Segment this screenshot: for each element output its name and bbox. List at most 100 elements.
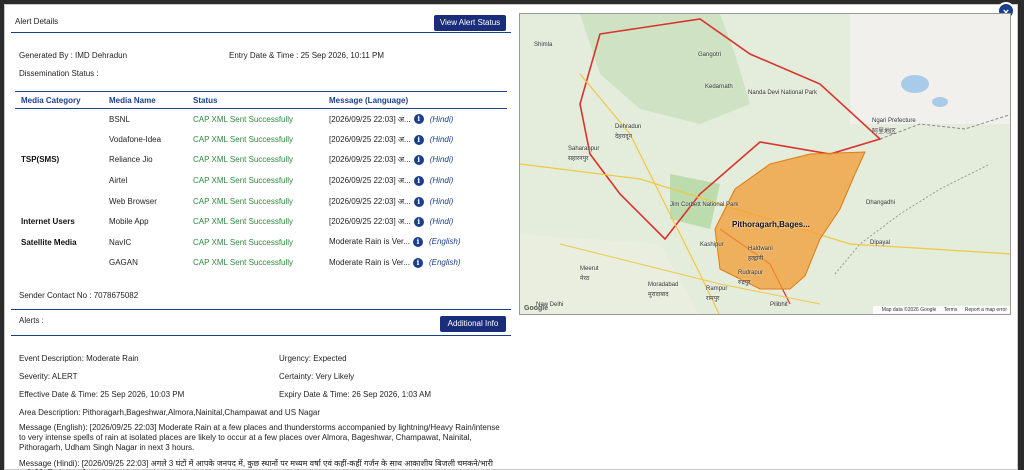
map-place: मुरादाबाद bbox=[648, 292, 669, 298]
col-media-name: Media Name bbox=[103, 91, 187, 109]
alert-area-map[interactable]: Shimla Gangotri Kedarnath Dehradun देहरा… bbox=[519, 13, 1011, 315]
media-name-cell: Mobile App bbox=[109, 217, 149, 227]
table-row: BSNL CAP XML Sent Successfully [2026/09/25… bbox=[15, 109, 507, 130]
map-place: Saharanpur bbox=[568, 146, 600, 152]
message-preview: Moderate Rain is Ver... bbox=[329, 237, 410, 247]
google-logo: Google bbox=[524, 305, 549, 312]
message-cell: [2026/09/25 22:03] अ... i (Hindi) bbox=[323, 150, 507, 171]
message-preview: [2026/09/25 22:03] अ... bbox=[329, 176, 411, 186]
map-place: Kedarnath bbox=[705, 84, 733, 90]
map-report-link[interactable]: Report a map error bbox=[965, 307, 1007, 313]
media-category-cell bbox=[15, 170, 103, 191]
message-language: (Hindi) bbox=[429, 217, 454, 227]
status-cell: CAP XML Sent Successfully bbox=[193, 258, 294, 268]
message-preview: [2026/09/25 22:03] अ... bbox=[329, 155, 411, 165]
info-icon[interactable]: i bbox=[412, 257, 423, 268]
message-english-text: [2026/09/25 22:03] Moderate Rain at a fe… bbox=[19, 423, 500, 452]
message-preview: [2026/09/25 22:03] अ... bbox=[329, 217, 411, 227]
additional-info-button[interactable]: Additional Info bbox=[440, 316, 506, 332]
media-category-cell bbox=[15, 109, 103, 130]
message-cell: [2026/09/25 22:03] अ... i (Hindi) bbox=[323, 191, 507, 212]
sender-contact: Sender Contact No : 7078675082 bbox=[19, 291, 139, 300]
media-category-cell bbox=[15, 129, 103, 150]
media-category-cell: TSP(SMS) bbox=[21, 155, 60, 165]
info-icon[interactable]: i bbox=[413, 134, 424, 145]
media-table: Media Category Media Name Status Message… bbox=[15, 91, 507, 273]
map-place: रामपुर bbox=[706, 296, 720, 302]
info-icon[interactable]: i bbox=[413, 196, 424, 207]
map-terms-link[interactable]: Terms bbox=[944, 307, 958, 313]
divider bbox=[11, 335, 511, 336]
map-place: Shimla bbox=[534, 42, 553, 48]
col-message: Message (Language) bbox=[323, 91, 507, 109]
message-cell: Moderate Rain is Ver... i (English) bbox=[323, 232, 507, 253]
map-place: Nanda Devi National Park bbox=[748, 90, 818, 96]
message-language: (English) bbox=[428, 258, 461, 268]
info-icon[interactable]: i bbox=[412, 237, 423, 248]
table-row: GAGAN CAP XML Sent Successfully Moderate R… bbox=[15, 253, 507, 274]
map-place: Rampur bbox=[706, 286, 728, 292]
message-language: (Hindi) bbox=[429, 176, 454, 186]
map-attribution: Map data ©2026 Google Terms Report a map… bbox=[872, 306, 1010, 314]
message-language: (Hindi) bbox=[429, 114, 454, 124]
message-english-label: Message (English): bbox=[19, 423, 88, 432]
message-language: (Hindi) bbox=[429, 196, 454, 206]
col-status: Status bbox=[187, 91, 323, 109]
media-category-cell bbox=[15, 253, 103, 274]
alerts-title: Alerts : bbox=[19, 316, 44, 325]
effective-date: Effective Date & Time: 25 Sep 2026, 10:0… bbox=[19, 390, 185, 399]
status-cell: CAP XML Sent Successfully bbox=[193, 196, 294, 206]
table-row: Web Browser CAP XML Sent Successfully [202… bbox=[15, 191, 507, 212]
message-language: (Hindi) bbox=[429, 134, 454, 144]
map-place: Pilibhit bbox=[770, 302, 788, 308]
map-place: Dipayal bbox=[870, 240, 891, 246]
map-place: Meerut bbox=[580, 266, 599, 272]
table-row: Internet Users Mobile App CAP XML Sent Suc… bbox=[15, 211, 507, 232]
media-name-cell: Reliance Jio bbox=[109, 155, 153, 165]
map-place: सहारनपुर bbox=[568, 156, 589, 162]
status-cell: CAP XML Sent Successfully bbox=[193, 114, 294, 124]
message-preview: [2026/09/25 22:03] अ... bbox=[329, 114, 411, 124]
generated-by: Generated By : IMD Dehradun bbox=[19, 51, 128, 60]
info-icon[interactable]: i bbox=[413, 155, 424, 166]
message-preview: [2026/09/25 22:03] अ... bbox=[329, 196, 411, 206]
media-name-cell: Airtel bbox=[109, 176, 128, 186]
media-name-cell: Web Browser bbox=[109, 196, 157, 206]
media-name-cell: Vodafone-Idea bbox=[109, 134, 162, 144]
message-language: (English) bbox=[428, 237, 461, 247]
expiry-date: Expiry Date & Time: 26 Sep 2026, 1:03 AM bbox=[279, 390, 432, 399]
media-name-cell: GAGAN bbox=[109, 258, 138, 268]
area-description: Area Description: Pithoragarh,Bageshwar,… bbox=[19, 408, 321, 417]
info-icon[interactable]: i bbox=[413, 114, 424, 125]
map-place: देहरादून bbox=[615, 134, 632, 140]
status-cell: CAP XML Sent Successfully bbox=[193, 237, 294, 247]
message-cell: [2026/09/25 22:03] अ... i (Hindi) bbox=[323, 170, 507, 191]
message-cell: [2026/09/25 22:03] अ... i (Hindi) bbox=[323, 211, 507, 232]
table-row: Airtel CAP XML Sent Successfully [2026/09/… bbox=[15, 170, 507, 191]
status-cell: CAP XML Sent Successfully bbox=[193, 217, 294, 227]
alert-details-modal: × Alert Details View Alert Status Genera… bbox=[4, 2, 1018, 470]
event-description: Event Description: Moderate Rain bbox=[19, 354, 139, 363]
map-place: 阿里地区 bbox=[872, 129, 897, 135]
media-category-cell: Internet Users bbox=[21, 217, 75, 227]
media-name-cell: NavIC bbox=[109, 237, 132, 247]
media-category-cell: Satellite Media bbox=[21, 237, 77, 247]
table-row: Satellite Media NavIC CAP XML Sent Success… bbox=[15, 232, 507, 253]
alert-details-header: Alert Details View Alert Status bbox=[11, 13, 511, 33]
view-alert-status-button[interactable]: View Alert Status bbox=[434, 15, 506, 31]
message-preview: [2026/09/25 22:03] अ... bbox=[329, 134, 411, 144]
map-place: Dehradun bbox=[615, 124, 642, 130]
message-english: Message (English): [2026/09/25 22:03] Mo… bbox=[19, 423, 505, 453]
info-icon[interactable]: i bbox=[413, 175, 424, 186]
map-place: Gangotri bbox=[698, 52, 722, 58]
status-cell: CAP XML Sent Successfully bbox=[193, 134, 294, 144]
info-icon[interactable]: i bbox=[413, 217, 424, 228]
urgency: Urgency: Expected bbox=[279, 354, 347, 363]
alert-panel: Alert Details View Alert Status Generate… bbox=[11, 13, 511, 470]
message-preview: Moderate Rain is Ver... bbox=[329, 258, 410, 268]
status-cell: CAP XML Sent Successfully bbox=[193, 155, 294, 165]
map-place: मेरठ bbox=[580, 276, 590, 282]
media-category-cell bbox=[15, 191, 103, 212]
divider bbox=[11, 309, 511, 310]
table-row: Vodafone-Idea CAP XML Sent Successfully [2… bbox=[15, 129, 507, 150]
